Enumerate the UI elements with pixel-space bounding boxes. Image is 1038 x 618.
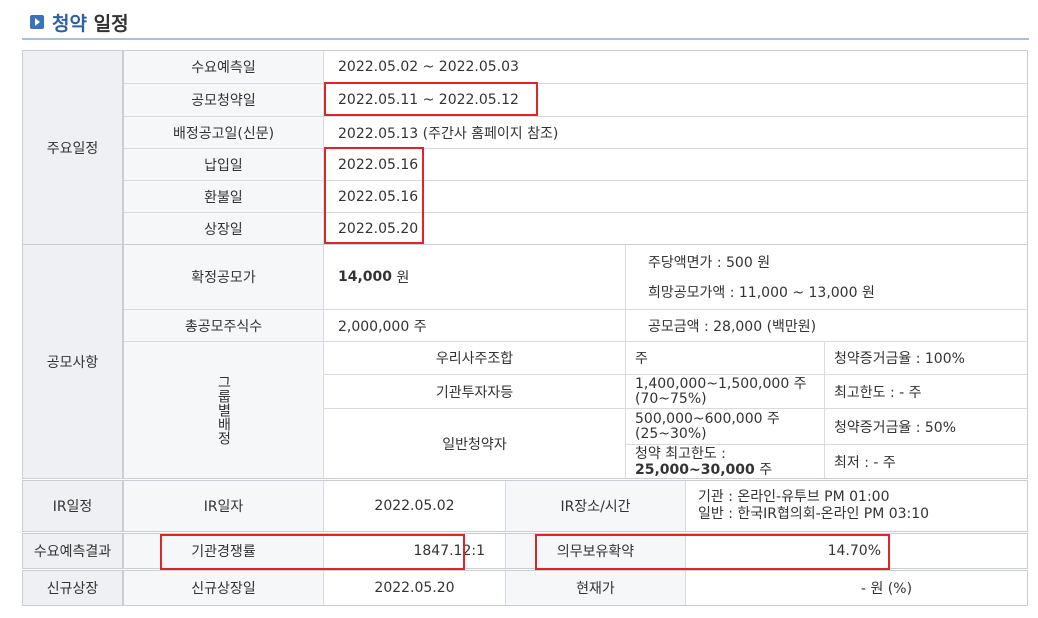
schedule-category: 주요일정 xyxy=(23,51,124,244)
group-note-employee: 청약증거금율 : 100% xyxy=(834,351,965,367)
highlight-subscription-dates xyxy=(324,82,538,116)
row-value-payment: 2022.05.16 xyxy=(338,156,419,173)
row-value-allotment-notice: 2022.05.13 (주간사 홈페이지 참조) xyxy=(338,125,559,142)
highlight-lockup xyxy=(535,534,890,570)
ir-place-label: IR장소/시간 xyxy=(505,481,686,531)
group-note-institution: 최고한도 : - 주 xyxy=(834,384,922,401)
ir-date-label: IR일자 xyxy=(124,481,324,531)
offering-category: 공모사항 xyxy=(23,245,124,478)
group-allocation-label: 그룹별배정 xyxy=(124,342,324,478)
row-label-refund: 환불일 xyxy=(124,181,324,212)
section-title: 청약 일정 xyxy=(52,12,129,35)
retail-min-limit: 최저 : - 주 xyxy=(834,454,896,471)
listing-category: 신규상장 xyxy=(23,571,124,605)
total-shares-label: 총공모주식수 xyxy=(124,310,324,341)
total-shares-value: 2,000,000 주 xyxy=(338,318,427,335)
ir-date-value: 2022.05.02 xyxy=(374,498,455,514)
row-label-listing: 상장일 xyxy=(124,213,324,244)
row-label-demand-forecast: 수요예측일 xyxy=(124,51,324,83)
group-name-employee: 우리사주조합 xyxy=(435,351,514,367)
confirmed-price-label: 확정공모가 xyxy=(124,245,324,309)
highlight-competition xyxy=(160,534,465,570)
schedule-table: 주요일정 수요예측일 2022.05.02 ~ 2022.05.03 공모청약일… xyxy=(22,50,1028,245)
ir-table: IR일정 IR일자 2022.05.02 IR장소/시간 기관 : 온라인-유투… xyxy=(22,480,1028,532)
row-value-refund: 2022.05.16 xyxy=(338,188,419,205)
row-value-listing: 2022.05.20 xyxy=(338,220,419,237)
demand-category: 수요예측결과 xyxy=(23,534,124,568)
group-note-retail: 청약증거금율 : 50% xyxy=(834,419,957,436)
par-value: 주당액면가 : 500 원 xyxy=(648,255,771,271)
listing-date-label: 신규상장일 xyxy=(124,571,324,605)
group-shares-retail: 500,000~600,000 주 (25~30%) xyxy=(635,410,780,442)
desired-price: 희망공모가액 : 11,000 ~ 13,000 원 xyxy=(648,285,875,301)
retail-max-limit: 청약 최고한도 : 25,000~30,000 주 xyxy=(635,445,773,478)
confirmed-price: 14,000 원 xyxy=(338,269,410,286)
current-price-label: 현재가 xyxy=(505,571,686,605)
current-price-value: - 원 (%) xyxy=(860,581,913,597)
section-header: 청약 일정 xyxy=(30,8,129,36)
group-shares-institution: 1,400,000~1,500,000 주 (70~75%) xyxy=(635,375,807,407)
offering-table: 공모사항 확정공모가 14,000 원 주당액면가 : 500 원 희망공모가액… xyxy=(22,244,1028,479)
header-divider xyxy=(22,38,1029,40)
arrow-bullet-icon xyxy=(30,15,44,29)
highlight-payment-listing-dates xyxy=(324,147,424,244)
ir-category: IR일정 xyxy=(23,481,124,531)
row-label-payment: 납입일 xyxy=(124,149,324,180)
row-label-allotment-notice: 배정공고일(신문) xyxy=(124,117,324,148)
listing-date-value: 2022.05.20 xyxy=(374,580,455,596)
ir-place-value: 기관 : 온라인-유투브 PM 01:00 일반 : 한국IR협의회-온라인 P… xyxy=(698,489,930,522)
group-name-retail: 일반청약자 xyxy=(442,436,507,453)
group-shares-employee: 주 xyxy=(635,351,648,367)
row-label-subscription: 공모청약일 xyxy=(124,84,324,116)
offer-amount: 공모금액 : 28,000 (백만원) xyxy=(648,318,817,335)
listing-table: 신규상장 신규상장일 2022.05.20 현재가 - 원 (%) xyxy=(22,570,1028,606)
row-value-demand-forecast: 2022.05.02 ~ 2022.05.03 xyxy=(338,59,519,75)
group-name-institution: 기관투자자등 xyxy=(435,384,514,401)
